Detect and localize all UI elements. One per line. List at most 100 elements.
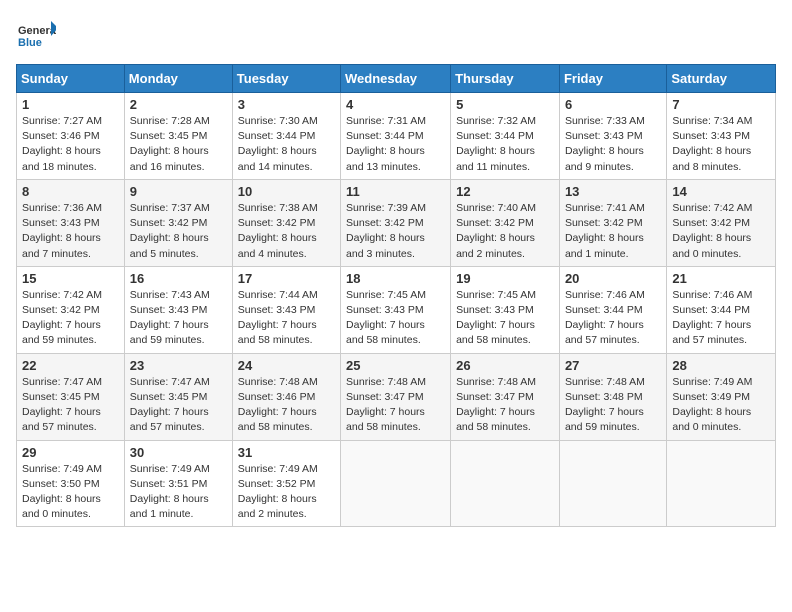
day-number: 21: [672, 271, 770, 286]
day-detail: Sunrise: 7:45 AMSunset: 3:43 PMDaylight:…: [456, 288, 554, 349]
col-header-monday: Monday: [124, 65, 232, 93]
col-header-thursday: Thursday: [451, 65, 560, 93]
calendar-cell: 19 Sunrise: 7:45 AMSunset: 3:43 PMDayligh…: [451, 266, 560, 353]
day-number: 22: [22, 358, 119, 373]
calendar-cell: 23Sunrise: 7:47 AMSunset: 3:45 PMDayligh…: [124, 353, 232, 440]
calendar-week-row: 15 Sunrise: 7:42 AMSunset: 3:42 PMDayligh…: [17, 266, 776, 353]
calendar-cell: 28 Sunrise: 7:49 AMSunset: 3:49 PMDayligh…: [667, 353, 776, 440]
day-detail: Sunrise: 7:33 AMSunset: 3:43 PMDaylight:…: [565, 114, 661, 175]
calendar-cell: 6 Sunrise: 7:33 AMSunset: 3:43 PMDaylight…: [559, 93, 666, 180]
header: General Blue: [16, 16, 776, 56]
day-detail: Sunrise: 7:49 AMSunset: 3:50 PMDaylight:…: [22, 462, 119, 523]
day-detail: Sunrise: 7:38 AMSunset: 3:42 PMDaylight:…: [238, 201, 335, 262]
calendar-cell: 16 Sunrise: 7:43 AMSunset: 3:43 PMDayligh…: [124, 266, 232, 353]
calendar-cell: 21 Sunrise: 7:46 AMSunset: 3:44 PMDayligh…: [667, 266, 776, 353]
day-detail: Sunrise: 7:31 AMSunset: 3:44 PMDaylight:…: [346, 114, 445, 175]
day-number: 11: [346, 184, 445, 199]
calendar-cell: [341, 440, 451, 527]
calendar-cell: [451, 440, 560, 527]
calendar-week-row: 8 Sunrise: 7:36 AMSunset: 3:43 PMDaylight…: [17, 179, 776, 266]
day-detail: Sunrise: 7:47 AMSunset: 3:45 PMDaylight:…: [130, 375, 227, 436]
day-number: 31: [238, 445, 335, 460]
calendar-cell: 26 Sunrise: 7:48 AMSunset: 3:47 PMDayligh…: [451, 353, 560, 440]
day-detail: Sunrise: 7:47 AMSunset: 3:45 PMDaylight:…: [22, 375, 119, 436]
svg-text:Blue: Blue: [18, 37, 42, 49]
calendar-cell: 27 Sunrise: 7:48 AMSunset: 3:48 PMDayligh…: [559, 353, 666, 440]
day-number: 8: [22, 184, 119, 199]
calendar-cell: 13 Sunrise: 7:41 AMSunset: 3:42 PMDayligh…: [559, 179, 666, 266]
day-detail: Sunrise: 7:41 AMSunset: 3:42 PMDaylight:…: [565, 201, 661, 262]
calendar-cell: 18 Sunrise: 7:45 AMSunset: 3:43 PMDayligh…: [341, 266, 451, 353]
day-number: 25: [346, 358, 445, 373]
day-detail: Sunrise: 7:44 AMSunset: 3:43 PMDaylight:…: [238, 288, 335, 349]
day-detail: Sunrise: 7:32 AMSunset: 3:44 PMDaylight:…: [456, 114, 554, 175]
day-detail: Sunrise: 7:49 AMSunset: 3:49 PMDaylight:…: [672, 375, 770, 436]
day-detail: Sunrise: 7:27 AMSunset: 3:46 PMDaylight:…: [22, 114, 119, 175]
logo: General Blue: [16, 16, 56, 56]
day-number: 6: [565, 97, 661, 112]
day-detail: Sunrise: 7:40 AMSunset: 3:42 PMDaylight:…: [456, 201, 554, 262]
day-number: 20: [565, 271, 661, 286]
day-detail: Sunrise: 7:42 AMSunset: 3:42 PMDaylight:…: [22, 288, 119, 349]
col-header-friday: Friday: [559, 65, 666, 93]
day-number: 3: [238, 97, 335, 112]
calendar-cell: 10 Sunrise: 7:38 AMSunset: 3:42 PMDayligh…: [232, 179, 340, 266]
day-number: 19: [456, 271, 554, 286]
calendar-cell: 25 Sunrise: 7:48 AMSunset: 3:47 PMDayligh…: [341, 353, 451, 440]
day-number: 26: [456, 358, 554, 373]
calendar-cell: 1 Sunrise: 7:27 AMSunset: 3:46 PMDaylight…: [17, 93, 125, 180]
calendar-cell: 17 Sunrise: 7:44 AMSunset: 3:43 PMDayligh…: [232, 266, 340, 353]
day-number: 14: [672, 184, 770, 199]
day-detail: Sunrise: 7:30 AMSunset: 3:44 PMDaylight:…: [238, 114, 335, 175]
day-number: 7: [672, 97, 770, 112]
day-detail: Sunrise: 7:48 AMSunset: 3:47 PMDaylight:…: [456, 375, 554, 436]
day-number: 12: [456, 184, 554, 199]
calendar-header-row: SundayMondayTuesdayWednesdayThursdayFrid…: [17, 65, 776, 93]
day-number: 27: [565, 358, 661, 373]
col-header-saturday: Saturday: [667, 65, 776, 93]
day-number: 15: [22, 271, 119, 286]
calendar-cell: 20 Sunrise: 7:46 AMSunset: 3:44 PMDayligh…: [559, 266, 666, 353]
calendar-cell: 9Sunrise: 7:37 AMSunset: 3:42 PMDaylight…: [124, 179, 232, 266]
calendar-cell: 7 Sunrise: 7:34 AMSunset: 3:43 PMDaylight…: [667, 93, 776, 180]
calendar-cell: 31Sunrise: 7:49 AMSunset: 3:52 PMDayligh…: [232, 440, 340, 527]
day-detail: Sunrise: 7:48 AMSunset: 3:48 PMDaylight:…: [565, 375, 661, 436]
day-number: 13: [565, 184, 661, 199]
day-number: 17: [238, 271, 335, 286]
day-number: 10: [238, 184, 335, 199]
day-number: 1: [22, 97, 119, 112]
day-number: 28: [672, 358, 770, 373]
day-detail: Sunrise: 7:34 AMSunset: 3:43 PMDaylight:…: [672, 114, 770, 175]
logo-icon: General Blue: [16, 16, 56, 56]
day-number: 9: [130, 184, 227, 199]
day-number: 16: [130, 271, 227, 286]
day-detail: Sunrise: 7:45 AMSunset: 3:43 PMDaylight:…: [346, 288, 445, 349]
day-detail: Sunrise: 7:39 AMSunset: 3:42 PMDaylight:…: [346, 201, 445, 262]
col-header-tuesday: Tuesday: [232, 65, 340, 93]
day-number: 30: [130, 445, 227, 460]
day-number: 29: [22, 445, 119, 460]
day-detail: Sunrise: 7:42 AMSunset: 3:42 PMDaylight:…: [672, 201, 770, 262]
calendar-week-row: 1 Sunrise: 7:27 AMSunset: 3:46 PMDaylight…: [17, 93, 776, 180]
col-header-wednesday: Wednesday: [341, 65, 451, 93]
calendar-cell: 11 Sunrise: 7:39 AMSunset: 3:42 PMDayligh…: [341, 179, 451, 266]
day-detail: Sunrise: 7:46 AMSunset: 3:44 PMDaylight:…: [672, 288, 770, 349]
day-detail: Sunrise: 7:48 AMSunset: 3:46 PMDaylight:…: [238, 375, 335, 436]
day-detail: Sunrise: 7:48 AMSunset: 3:47 PMDaylight:…: [346, 375, 445, 436]
calendar-cell: 30Sunrise: 7:49 AMSunset: 3:51 PMDayligh…: [124, 440, 232, 527]
day-detail: Sunrise: 7:43 AMSunset: 3:43 PMDaylight:…: [130, 288, 227, 349]
calendar-week-row: 22 Sunrise: 7:47 AMSunset: 3:45 PMDayligh…: [17, 353, 776, 440]
calendar-cell: 2Sunrise: 7:28 AMSunset: 3:45 PMDaylight…: [124, 93, 232, 180]
calendar-cell: 8 Sunrise: 7:36 AMSunset: 3:43 PMDaylight…: [17, 179, 125, 266]
day-detail: Sunrise: 7:36 AMSunset: 3:43 PMDaylight:…: [22, 201, 119, 262]
day-number: 2: [130, 97, 227, 112]
calendar-cell: 3 Sunrise: 7:30 AMSunset: 3:44 PMDaylight…: [232, 93, 340, 180]
svg-text:General: General: [18, 25, 56, 37]
day-number: 5: [456, 97, 554, 112]
day-number: 18: [346, 271, 445, 286]
calendar-week-row: 29 Sunrise: 7:49 AMSunset: 3:50 PMDayligh…: [17, 440, 776, 527]
day-detail: Sunrise: 7:46 AMSunset: 3:44 PMDaylight:…: [565, 288, 661, 349]
calendar-cell: 29 Sunrise: 7:49 AMSunset: 3:50 PMDayligh…: [17, 440, 125, 527]
calendar-cell: [667, 440, 776, 527]
calendar-cell: 24Sunrise: 7:48 AMSunset: 3:46 PMDayligh…: [232, 353, 340, 440]
